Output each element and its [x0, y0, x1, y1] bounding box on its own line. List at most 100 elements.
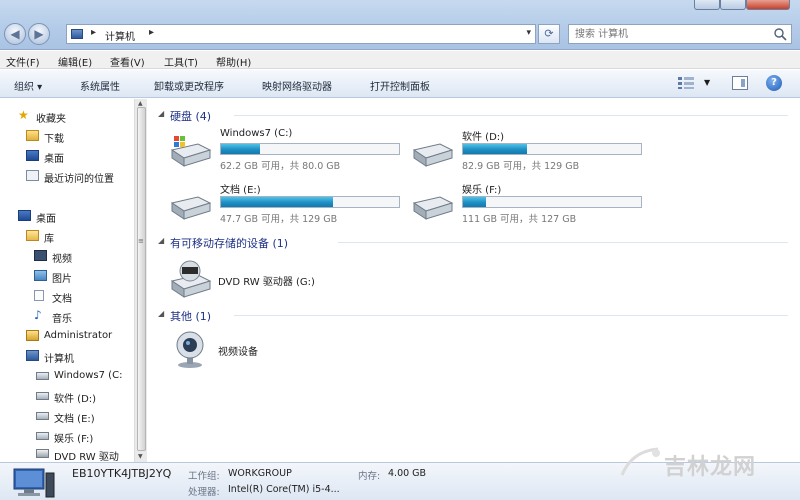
- collapse-triangle-icon[interactable]: ◢: [158, 109, 164, 118]
- memory-value: 4.00 GB: [388, 468, 427, 479]
- workgroup-label: 工作组:: [188, 471, 220, 482]
- chevron-down-icon[interactable]: ▾: [526, 28, 531, 38]
- scroll-down-icon[interactable]: ▼: [138, 453, 143, 460]
- drive-name: 软件 (D:): [462, 132, 505, 143]
- drive-d[interactable]: 软件 (D:) 82.9 GB 可用，共 129 GB: [410, 128, 650, 172]
- menu-edit[interactable]: 编辑(E): [58, 54, 92, 69]
- back-button[interactable]: ◀: [4, 23, 26, 45]
- computer-icon: [26, 350, 39, 361]
- search-input[interactable]: [569, 25, 759, 43]
- drive-space-info: 47.7 GB 可用，共 129 GB: [220, 214, 338, 225]
- drive-space-info: 111 GB 可用，共 127 GB: [462, 214, 577, 225]
- chevron-right-icon[interactable]: ▸: [149, 27, 154, 38]
- nav-label: 视频: [52, 254, 72, 265]
- system-drive-icon: [36, 372, 49, 380]
- address-bar[interactable]: ▸ 计算机 ▸ ▾: [66, 24, 536, 44]
- drive-usage-fill: [463, 144, 528, 154]
- menu-file[interactable]: 文件(F): [6, 54, 40, 69]
- desktop-icon: [18, 210, 31, 221]
- content-pane: ◢ 硬盘 (4) Windows7 (C:) 62.2 GB 可用，共 80.0…: [148, 99, 800, 462]
- drive-name: Windows7 (C:): [220, 128, 293, 139]
- hard-drive-icon: [36, 392, 49, 400]
- video-icon: [34, 250, 47, 261]
- drive-usage-fill: [221, 197, 334, 207]
- drive-usage-bar: [462, 143, 642, 155]
- map-network-drive-button[interactable]: 映射网络驱动器: [262, 78, 332, 93]
- system-properties-button[interactable]: 系统属性: [80, 78, 120, 93]
- drive-usage-bar: [220, 196, 400, 208]
- dvd-drive-label: DVD RW 驱动器 (G:): [218, 277, 315, 288]
- drive-e[interactable]: 文档 (E:) 47.7 GB 可用，共 129 GB: [168, 181, 408, 225]
- video-device-item[interactable]: 视频设备: [168, 329, 328, 369]
- nav-label: 音乐: [52, 314, 72, 325]
- windows-drive-icon: [170, 136, 212, 167]
- group-title: 硬盘 (4): [170, 110, 212, 123]
- group-divider: [234, 115, 788, 116]
- computer-name: EB10YTK4JTBJ2YQ: [72, 467, 172, 480]
- group-hard-disks[interactable]: ◢ 硬盘 (4): [158, 108, 788, 123]
- pictures-icon: [34, 270, 47, 281]
- maximize-button[interactable]: [720, 0, 746, 10]
- refresh-button[interactable]: ⟳: [538, 24, 560, 44]
- nav-label: 计算机: [44, 354, 74, 365]
- group-removable-storage[interactable]: ◢ 有可移动存储的设备 (1): [158, 235, 788, 250]
- dvd-drive-icon: [36, 449, 49, 458]
- drive-usage-bar: [462, 196, 642, 208]
- music-note-icon: ♪: [34, 308, 42, 322]
- drive-usage-fill: [463, 197, 487, 207]
- drive-c[interactable]: Windows7 (C:) 62.2 GB 可用，共 80.0 GB: [168, 128, 408, 172]
- navigation-pane: ★ 收藏夹 下载 桌面 最近访问的位置 桌面 库 视频 图片 文档 ♪ 音乐 A…: [0, 99, 134, 462]
- nav-label: 娱乐 (F:): [54, 434, 94, 445]
- hard-drive-icon: [412, 196, 454, 220]
- forward-button[interactable]: ▶: [28, 23, 50, 45]
- preview-pane-icon[interactable]: [732, 76, 748, 90]
- breadcrumb-computer[interactable]: 计算机: [105, 28, 135, 43]
- nav-label: 软件 (D:): [54, 394, 97, 405]
- group-divider: [234, 315, 788, 316]
- nav-scrollbar[interactable]: ▲ ≡ ▼: [134, 99, 147, 462]
- scroll-up-icon[interactable]: ▲: [138, 100, 143, 107]
- menu-help[interactable]: 帮助(H): [216, 54, 251, 69]
- search-box[interactable]: [568, 24, 792, 44]
- hard-drive-icon: [412, 143, 454, 167]
- search-icon[interactable]: [773, 27, 787, 41]
- drive-f[interactable]: 娱乐 (F:) 111 GB 可用，共 127 GB: [410, 181, 650, 225]
- watermark-logo-icon: [620, 447, 660, 476]
- computer-icon: [71, 29, 83, 39]
- watermark: 吉林龙网: [612, 443, 800, 487]
- drive-usage-fill: [221, 144, 261, 154]
- menu-view[interactable]: 查看(V): [110, 54, 145, 69]
- group-divider: [338, 242, 788, 243]
- processor-label: 处理器:: [188, 487, 220, 498]
- group-title: 其他 (1): [170, 310, 212, 323]
- help-icon[interactable]: ?: [766, 75, 782, 91]
- chevron-right-icon[interactable]: ▸: [91, 27, 96, 38]
- dvd-drive-icon: [170, 260, 212, 298]
- organize-button[interactable]: 组织 ▾: [14, 78, 42, 93]
- nav-label: 桌面: [36, 214, 56, 225]
- nav-label: 最近访问的位置: [44, 174, 114, 185]
- collapse-triangle-icon[interactable]: ◢: [158, 309, 164, 318]
- computer-icon: [13, 468, 55, 498]
- collapse-triangle-icon[interactable]: ◢: [158, 236, 164, 245]
- star-icon: ★: [18, 108, 29, 122]
- scrollbar-thumb[interactable]: [137, 107, 146, 451]
- back-arrow-icon: ◀: [10, 27, 20, 41]
- processor-value: Intel(R) Core(TM) i5-4...: [228, 484, 340, 495]
- open-control-panel-button[interactable]: 打开控制面板: [370, 78, 430, 93]
- hard-drive-icon: [36, 412, 49, 420]
- nav-label: 收藏夹: [36, 114, 66, 125]
- title-bar: ◀ ▶ ▸ 计算机 ▸ ▾ ⟳: [0, 0, 800, 50]
- dvd-drive-item[interactable]: DVD RW 驱动器 (G:): [168, 259, 368, 299]
- menu-tools[interactable]: 工具(T): [164, 54, 198, 69]
- refresh-icon: ⟳: [544, 27, 554, 40]
- group-other[interactable]: ◢ 其他 (1): [158, 308, 788, 323]
- uninstall-program-button[interactable]: 卸载或更改程序: [154, 78, 224, 93]
- nav-label: DVD RW 驱动: [54, 452, 119, 462]
- video-device-label: 视频设备: [218, 347, 258, 358]
- nav-label: 库: [44, 234, 54, 245]
- minimize-button[interactable]: [694, 0, 720, 10]
- view-options-icon[interactable]: [678, 77, 694, 89]
- chevron-down-icon[interactable]: ▼: [704, 78, 710, 87]
- close-button[interactable]: [746, 0, 790, 10]
